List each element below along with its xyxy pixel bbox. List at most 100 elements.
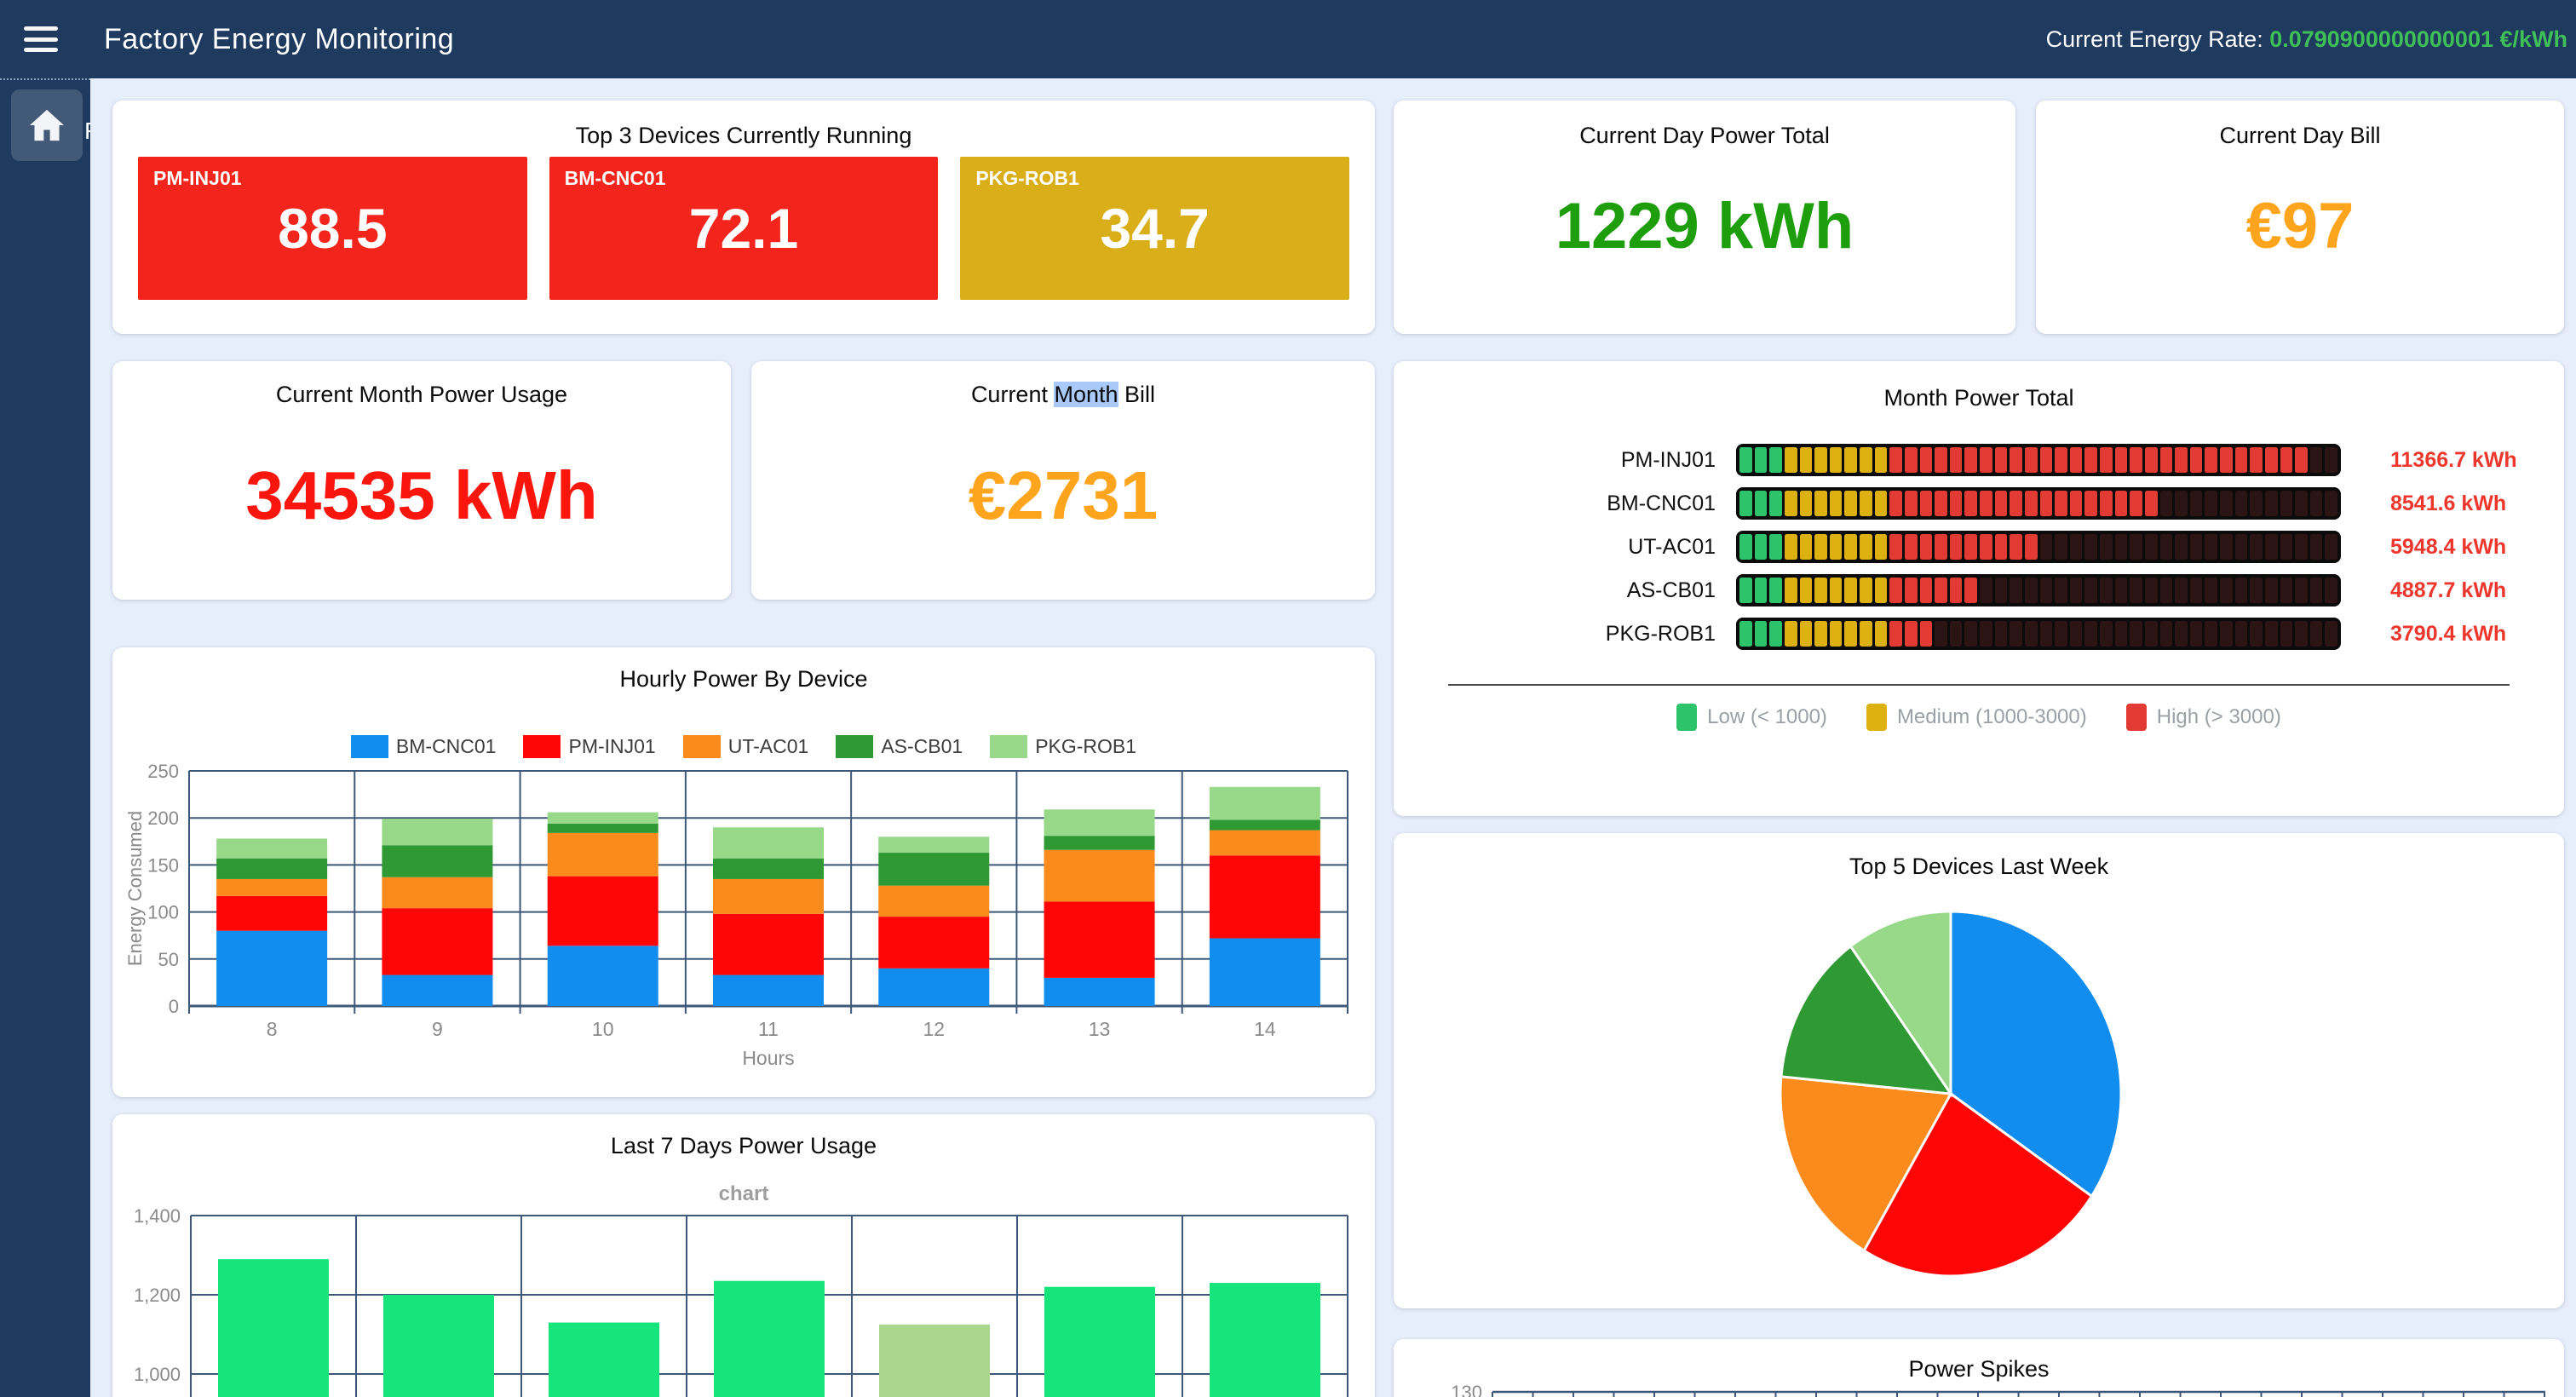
top-app-bar: Factory Energy Monitoring Current Energy… [0,0,2576,78]
gauge-segment [1739,491,1752,516]
card-month-power-total: Month Power Total PM-INJ0111366.7 kWhBM-… [1394,361,2564,816]
gauge-segment [2010,578,2022,603]
card-top3-devices: Top 3 Devices Currently Running PM-INJ01… [112,101,1375,334]
gauge-segment [1935,534,1947,560]
gauge-segment [1920,491,1933,516]
gauge-device-label: PM-INJ01 [1394,448,1736,473]
card-day-total-title: Current Day Power Total [1394,123,2015,149]
gauge-legend-item: High (> 3000) [2126,704,2281,731]
gauge-segment [2325,534,2337,560]
gauge-segment [1785,447,1797,473]
gauge-segment [2310,447,2323,473]
hourly-legend: BM-CNC01PM-INJ01UT-AC01AS-CB01PKG-ROB1 [112,735,1375,758]
gauge-segment [2115,621,2128,647]
gauge-segment [2235,447,2248,473]
gauge-row: BM-CNC018541.6 kWh [1394,487,2564,520]
gauge-segment [1875,447,1888,473]
gauge-segment [1964,578,1977,603]
gauge-segment [1739,578,1752,603]
gauge-segment [2310,534,2323,560]
svg-text:11: 11 [758,1018,779,1040]
gauge-bar [1736,574,2341,607]
gauge-segment [1889,578,1902,603]
sidebar-item-label-clipped[interactable]: F [84,118,90,145]
hourly-legend-text: PKG-ROB1 [1035,735,1136,758]
home-icon [28,108,66,142]
gauge-legend-text: High (> 3000) [2157,705,2281,729]
month-bill-value: €2731 [751,457,1375,535]
svg-text:Energy Consumed: Energy Consumed [124,811,146,966]
gauge-segment [1800,534,1813,560]
gauge-segment [1769,491,1782,516]
gauge-row: PKG-ROB13790.4 kWh [1394,618,2564,650]
hourly-stacked-bar-chart: 050100150200250891011121314HoursEnergy C… [112,758,1375,1097]
gauge-segment [2175,578,2188,603]
gauge-segment [2084,447,2097,473]
gauge-segment [2130,621,2142,647]
gauge-segment [1995,447,2008,473]
svg-text:Hours: Hours [742,1047,794,1069]
gauge-segment [2175,621,2188,647]
gauge-segment [1785,534,1797,560]
gauge-segment [2025,578,2038,603]
top5-pie-chart [1394,884,2564,1310]
gauge-bar [1736,531,2341,563]
gauge-segment [2145,447,2158,473]
gauge-segment [2250,534,2263,560]
gauge-segment [1785,491,1797,516]
gauge-segment [2190,447,2203,473]
card-last7-days: Last 7 Days Power Usage chart 1,4001,200… [112,1114,1375,1397]
gauge-segment [2175,447,2188,473]
gauge-segment [1860,534,1872,560]
gauge-segment [2175,534,2188,560]
gauge-segment [1875,491,1888,516]
gauge-segment [1905,621,1918,647]
gauge-segment [2130,578,2142,603]
gauge-rows: PM-INJ0111366.7 kWhBM-CNC018541.6 kWhUT-… [1394,444,2564,661]
gauge-segment [1980,447,1992,473]
gauge-segment [1935,491,1947,516]
gauge-segment [2055,534,2067,560]
gauge-segment [1785,578,1797,603]
gauge-segment [2220,447,2233,473]
gauge-segment [2010,491,2022,516]
gauge-segment [2205,621,2217,647]
home-button[interactable] [11,89,83,161]
gauge-segment [2280,621,2293,647]
gauge-segment [2084,534,2097,560]
gauge-segment [2040,491,2053,516]
gauge-segment [1844,491,1857,516]
gauge-segment [2220,534,2233,560]
gauge-segment [2325,621,2337,647]
gauge-segment [1814,578,1827,603]
gauge-row: UT-AC015948.4 kWh [1394,531,2564,563]
gauge-segment [1980,578,1992,603]
card-day-bill-title: Current Day Bill [2036,123,2564,149]
gauge-segment [2055,491,2067,516]
gauge-device-label: AS-CB01 [1394,578,1736,603]
gauge-segment [2325,447,2337,473]
gauge-segment [2040,578,2053,603]
gauge-segment [2280,578,2293,603]
gauge-segment [1905,491,1918,516]
gauge-value-label: 5948.4 kWh [2390,535,2506,560]
gauge-legend-swatch [1676,704,1697,731]
month-bill-title-pre: Current [971,382,1055,407]
day-total-value: 1229 kWh [1394,189,2015,263]
hourly-legend-item: BM-CNC01 [351,735,497,758]
gauge-segment [2235,621,2248,647]
gauge-segment [1814,534,1827,560]
gauge-segment [1739,534,1752,560]
gauge-segment [1875,534,1888,560]
gauge-segment [1889,491,1902,516]
hourly-legend-text: AS-CB01 [881,735,963,758]
gauge-segment [2055,578,2067,603]
gauge-segment [2084,621,2097,647]
gauge-segment [1830,578,1843,603]
hamburger-menu-icon[interactable] [24,26,58,52]
gauge-segment [2265,578,2278,603]
gauge-legend-text: Low (< 1000) [1707,705,1827,729]
gauge-segment [2025,621,2038,647]
gauge-segment [1755,491,1768,516]
gauge-segment [2190,534,2203,560]
